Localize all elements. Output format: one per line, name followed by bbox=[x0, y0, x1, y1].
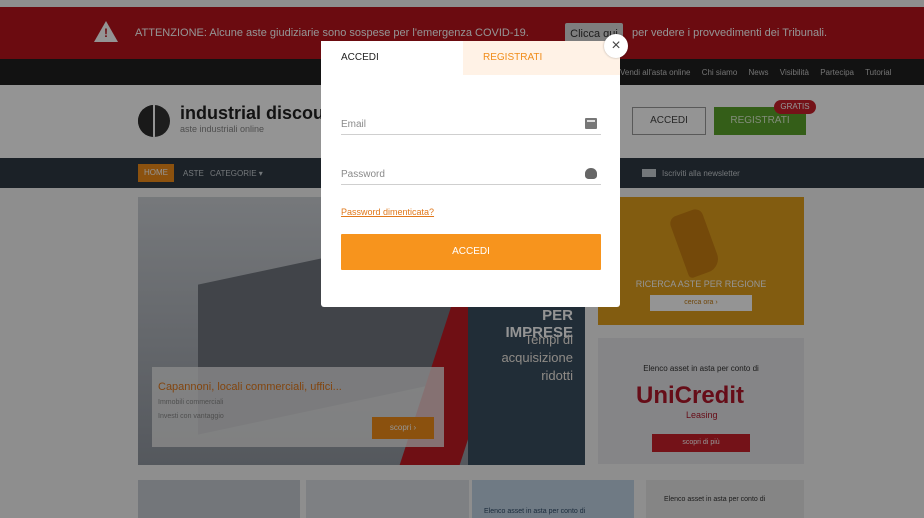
tab-login[interactable]: ACCEDI bbox=[321, 41, 463, 75]
key-icon bbox=[585, 168, 597, 179]
email-icon bbox=[585, 118, 597, 129]
email-field bbox=[341, 116, 601, 135]
close-icon[interactable]: × bbox=[604, 34, 628, 58]
tab-register[interactable]: REGISTRATI bbox=[463, 41, 620, 75]
forgot-password-link[interactable]: Password dimenticata? bbox=[341, 207, 434, 217]
email-input[interactable] bbox=[341, 116, 571, 132]
login-submit-button[interactable]: ACCEDI bbox=[341, 234, 601, 270]
login-modal: ACCEDI REGISTRATI Password dimenticata? … bbox=[321, 41, 620, 307]
password-input[interactable] bbox=[341, 166, 571, 182]
password-field bbox=[341, 166, 601, 185]
